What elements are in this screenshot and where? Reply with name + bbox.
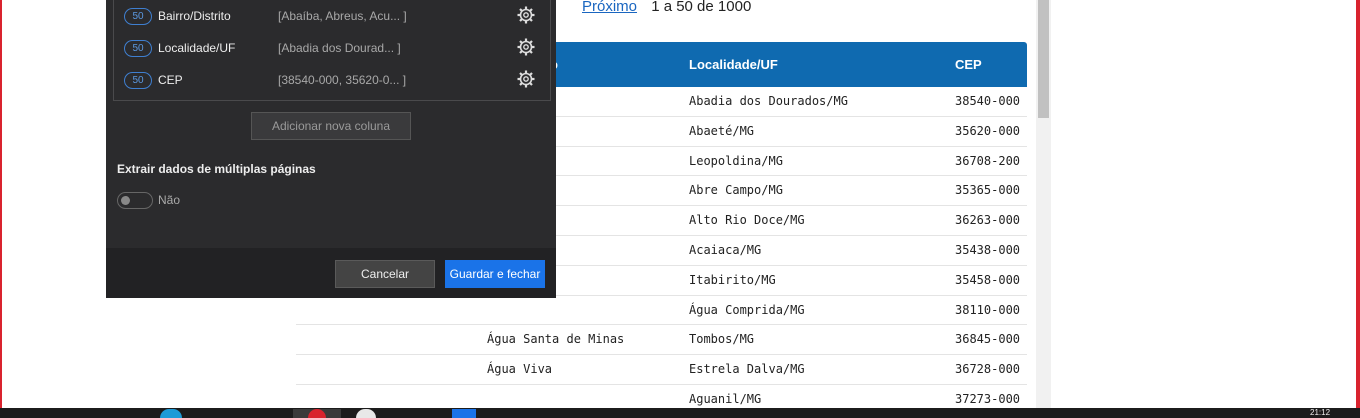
column-name: CEP	[158, 73, 183, 87]
table-row: Água Santa de Minas Tombos/MG 36845-000	[296, 325, 1027, 356]
window-frame-right	[1356, 0, 1360, 408]
column-preview: [38540-000, 35620-0... ]	[278, 73, 407, 87]
column-row-localidade[interactable]: 50 Localidade/UF [Abadia dos Dourad... ]	[114, 36, 550, 62]
table-row: Água Viva Estrela Dalva/MG 36728-000	[296, 355, 1027, 385]
column-name: Bairro/Distrito	[158, 9, 231, 23]
add-column-button[interactable]: Adicionar nova coluna	[251, 112, 411, 140]
count-badge: 50	[124, 40, 152, 57]
column-row-bairro[interactable]: 50 Bairro/Distrito [Abaíba, Abreus, Acu.…	[114, 4, 550, 30]
toggle-knob	[121, 196, 130, 205]
count-badge: 50	[124, 72, 152, 89]
taskbar: 21:12	[0, 408, 1360, 418]
toggle-state-label: Não	[158, 193, 181, 207]
save-and-close-button[interactable]: Guardar e fechar	[445, 260, 545, 288]
gear-icon[interactable]	[516, 37, 536, 57]
scrollbar-thumb[interactable]	[1038, 0, 1049, 118]
column-name: Localidade/UF	[158, 41, 236, 55]
taskbar-app-icon[interactable]	[160, 409, 182, 418]
scraper-settings-panel: 50 Bairro/Distrito [Abaíba, Abreus, Acu.…	[106, 0, 556, 298]
next-page-link[interactable]: Próximo	[582, 0, 637, 15]
column-preview: [Abadia dos Dourad... ]	[278, 41, 401, 55]
header-cep[interactable]: CEP	[955, 57, 982, 72]
extract-multiple-pages-label: Extrair dados de múltiplas páginas	[117, 162, 316, 176]
table-row: Água Comprida/MG 38110-000	[296, 296, 1027, 326]
gear-icon[interactable]	[516, 69, 536, 89]
page-range: 1 a 50 de 1000	[651, 0, 752, 15]
column-preview: [Abaíba, Abreus, Acu... ]	[278, 9, 407, 23]
panel-footer: Cancelar Guardar e fechar	[106, 248, 556, 298]
column-list: 50 Bairro/Distrito [Abaíba, Abreus, Acu.…	[113, 0, 551, 101]
window-frame-left	[0, 0, 2, 408]
multi-page-toggle[interactable]	[117, 192, 153, 209]
taskbar-app-icon[interactable]	[356, 409, 376, 418]
cancel-button[interactable]: Cancelar	[335, 260, 435, 288]
pagination: Próximo 1 a 50 de 1000	[582, 0, 751, 15]
gear-icon[interactable]	[516, 5, 536, 25]
count-badge: 50	[124, 8, 152, 25]
clock-time: 21:12	[1310, 408, 1331, 417]
column-row-cep[interactable]: 50 CEP [38540-000, 35620-0... ]	[114, 68, 550, 94]
taskbar-app-icon[interactable]	[452, 409, 476, 418]
header-localidade[interactable]: Localidade/UF	[689, 57, 778, 72]
